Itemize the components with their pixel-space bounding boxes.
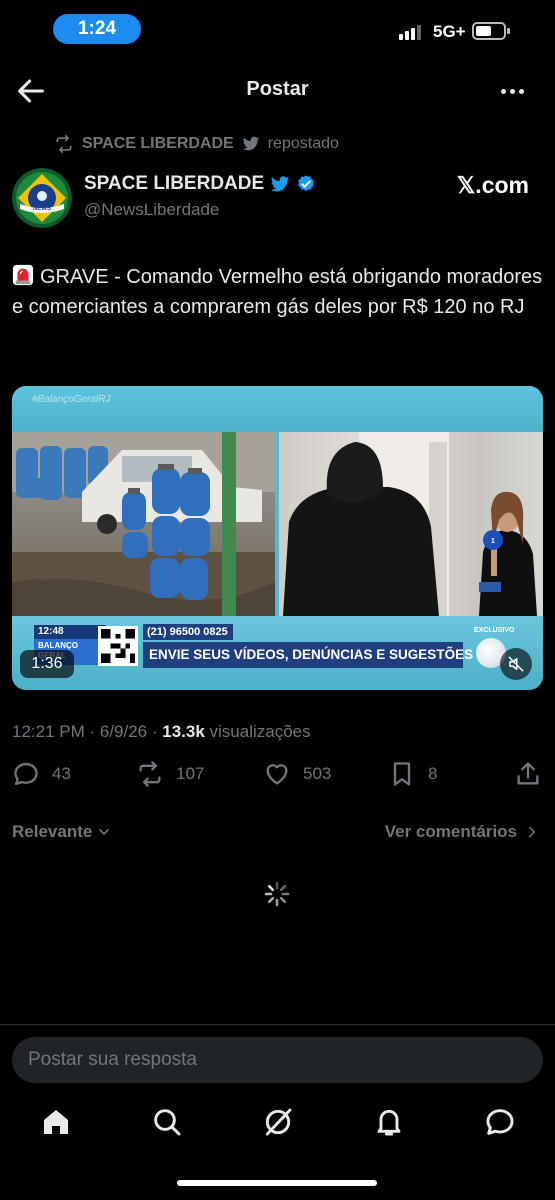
- verified-badge-icon: [298, 175, 315, 192]
- like-button[interactable]: 503: [263, 760, 331, 788]
- video-cta-banner: ENVIE SEUS VÍDEOS, DENÚNCIAS E SUGESTÕES: [143, 642, 473, 668]
- header: Postar: [0, 62, 555, 118]
- tweet-text: GRAVE - Comando Vermelho está obrigando …: [12, 262, 547, 322]
- more-dot-icon: [500, 88, 506, 94]
- tweet-body: GRAVE - Comando Vermelho está obrigando …: [12, 266, 543, 318]
- reply-count: 43: [52, 764, 71, 783]
- repost-count: 107: [176, 764, 205, 783]
- tweet-timestamp: 12:21 PM · 6/9/26 ·: [12, 722, 163, 741]
- video-scene-right: 1: [279, 432, 543, 616]
- reply-input[interactable]: [12, 1037, 543, 1083]
- nav-search[interactable]: [151, 1106, 183, 1138]
- news-logo-icon: NEWS: [12, 168, 72, 228]
- view-comments-label: Ver comentários: [384, 822, 517, 841]
- repost-button[interactable]: 107: [136, 760, 204, 788]
- source-label: 𝕏.com: [456, 172, 529, 198]
- nav-home[interactable]: [40, 1106, 72, 1138]
- author-name-label: SPACE LIBERDADE: [84, 173, 265, 194]
- grok-icon: [265, 1108, 292, 1136]
- repost-icon: [139, 761, 161, 787]
- share-icon: [517, 762, 539, 785]
- nav-messages[interactable]: [484, 1106, 516, 1138]
- svg-text:1: 1: [491, 538, 495, 545]
- mute-button[interactable]: [500, 648, 532, 680]
- more-dot-icon: [518, 88, 524, 94]
- battery-icon: [472, 22, 510, 40]
- muted-speaker-icon: [508, 656, 524, 672]
- tweet-meta: 12:21 PM · 6/9/26 · 13.3k visualizações: [12, 722, 311, 742]
- twitter-bird-icon: [271, 175, 290, 191]
- page-title: Postar: [246, 78, 309, 100]
- video-player[interactable]: #BalançoGeralRJ 1 12:48 BALANÇO (21) 965…: [12, 386, 543, 690]
- video-scene-left: [12, 432, 275, 616]
- views-label: visualizações: [204, 722, 311, 741]
- repost-suffix: repostado: [267, 135, 339, 152]
- video-exclusive-label: EXCLUSIVO: [474, 627, 515, 634]
- bookmark-button[interactable]: 8: [388, 760, 437, 788]
- video-duration: 1:36: [20, 650, 74, 678]
- message-icon: [486, 1109, 514, 1135]
- more-dot-icon: [509, 88, 515, 94]
- home-indicator[interactable]: [177, 1180, 377, 1186]
- more-options-button[interactable]: [495, 74, 529, 108]
- bookmark-icon: [393, 762, 411, 786]
- avatar[interactable]: NEWS: [12, 168, 72, 228]
- reply-icon: [14, 762, 38, 786]
- video-hashtag: #BalançoGeralRJ: [32, 394, 111, 405]
- nav-grok[interactable]: [262, 1106, 294, 1138]
- repost-name: SPACE LIBERDADE: [82, 135, 234, 152]
- author-handle[interactable]: @NewsLiberdade: [84, 200, 219, 220]
- status-bar: 1:24 5G+: [0, 0, 555, 60]
- bookmark-count: 8: [428, 764, 438, 783]
- twitter-bird-icon: [242, 136, 259, 151]
- home-icon: [44, 1110, 68, 1134]
- search-icon: [154, 1109, 181, 1136]
- like-count: 503: [303, 764, 332, 783]
- share-button[interactable]: [514, 760, 542, 788]
- bell-icon: [377, 1109, 401, 1136]
- nav-notifications[interactable]: [373, 1106, 405, 1138]
- video-top-band: #BalançoGeralRJ: [12, 386, 543, 432]
- action-bar: 43 107 503 8: [0, 760, 555, 796]
- qr-code-icon: [98, 626, 138, 666]
- bottom-nav: [0, 1096, 555, 1156]
- author-name[interactable]: SPACE LIBERDADE: [84, 173, 316, 195]
- view-comments-link[interactable]: Ver comentários: [385, 822, 539, 842]
- views-count: 13.3k: [162, 722, 205, 741]
- heart-icon: [266, 764, 288, 785]
- siren-emoji-icon: [12, 264, 34, 286]
- status-time: 1:24: [53, 14, 141, 44]
- video-phone-number: (21) 96500 0825: [143, 624, 233, 640]
- svg-text:NEWS: NEWS: [33, 206, 51, 212]
- sort-label: Relevante: [12, 822, 93, 841]
- video-ticker-time: 12:48: [34, 625, 106, 639]
- sort-dropdown[interactable]: Relevante: [12, 822, 112, 842]
- network-label: 5G+: [433, 22, 466, 41]
- signal-icon: [399, 24, 421, 40]
- repost-icon: [56, 134, 72, 154]
- divider: [0, 1024, 555, 1025]
- loading-spinner-icon: [264, 881, 290, 907]
- repost-indicator[interactable]: SPACE LIBERDADE repostado: [54, 134, 339, 154]
- reply-button[interactable]: 43: [12, 760, 71, 788]
- chevron-down-icon: [99, 829, 110, 835]
- chevron-right-icon: [528, 826, 536, 838]
